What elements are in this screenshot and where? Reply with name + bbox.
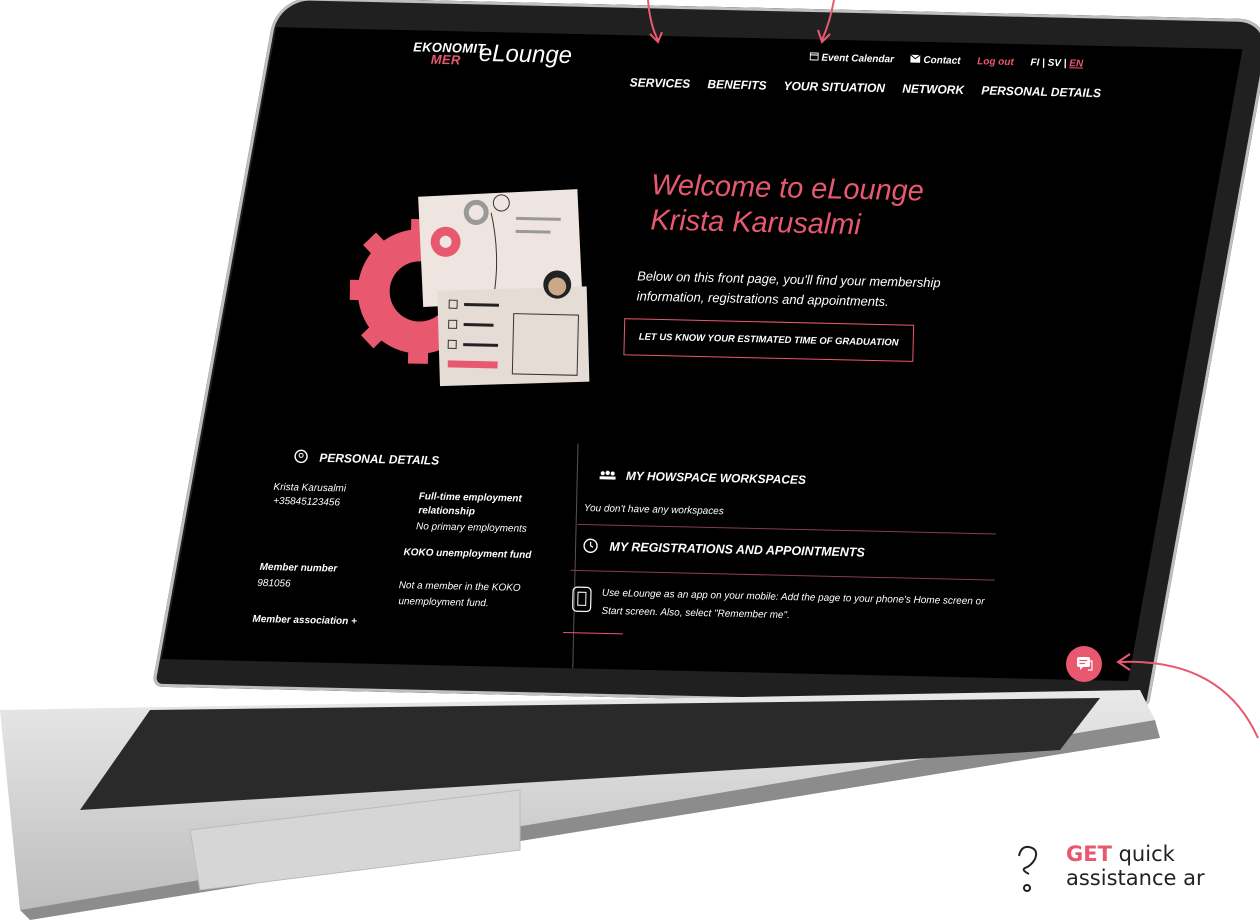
pd-koko-label: KOKO unemployment fund (403, 546, 533, 563)
pd-member-number-label: Member number (259, 561, 337, 577)
lang-fi[interactable]: FI (1030, 57, 1039, 68)
lang-sep: | (1042, 58, 1045, 69)
laptop-screen: EKONOMIT MER eLounge Event Calendar Cont… (162, 27, 1243, 681)
nav-network[interactable]: NETWORK (902, 82, 964, 97)
welcome-user-name: Krista Karusalmi (650, 203, 923, 244)
howspace-empty: You don't have any workspaces (584, 502, 724, 519)
welcome-heading: Welcome to eLounge Krista Karusalmi (650, 168, 924, 244)
section-divider (578, 524, 996, 535)
promo-text: GET quick assistance ar (1066, 842, 1205, 890)
intro-text: Below on this front page, you'll find yo… (636, 266, 996, 314)
nav-benefits[interactable]: BENEFITS (707, 77, 766, 92)
lang-sep: | (1064, 58, 1067, 69)
pd-phone: +35845123456 (273, 495, 340, 511)
group-icon (599, 470, 617, 480)
logout-link[interactable]: Log out (977, 56, 1014, 68)
promo-get: GET (1066, 842, 1112, 866)
pd-member-association-label: Member association + (252, 613, 357, 629)
pd-member-number-value: 981056 (257, 577, 291, 592)
event-calendar-label: Event Calendar (821, 53, 894, 66)
section-divider (571, 570, 995, 581)
nav-personal-details[interactable]: PERSONAL DETAILS (981, 83, 1101, 100)
chat-icon (1066, 646, 1102, 682)
hero-illustration (348, 169, 622, 396)
graduation-time-button[interactable]: LET US KNOW YOUR ESTIMATED TIME OF GRADU… (623, 318, 913, 362)
chat-button[interactable] (1066, 646, 1102, 682)
calendar-icon (810, 51, 819, 60)
language-switcher: FI | SV | EN (1030, 57, 1083, 69)
promo-line-1: quick (1112, 842, 1175, 866)
arrow-to-services (640, 0, 670, 48)
contact-label: Contact (923, 55, 960, 67)
phone-icon (572, 586, 593, 613)
clock-icon (583, 538, 598, 553)
registrations-title-row: MY REGISTRATIONS AND APPOINTMENTS (583, 538, 865, 559)
howspace-title: MY HOWSPACE WORKSPACES (626, 469, 806, 487)
ekonomit-logo[interactable]: EKONOMIT MER (413, 41, 486, 67)
registrations-app-tip: Use eLounge as an app on your mobile: Ad… (601, 585, 990, 630)
pd-koko-value: Not a member in the KOKO unemployment fu… (398, 578, 528, 613)
laptop-base (0, 680, 1230, 920)
personal-details-title-row: PERSONAL DETAILS (294, 449, 439, 467)
envelope-icon (911, 55, 921, 63)
registrations-title: MY REGISTRATIONS AND APPOINTMENTS (609, 540, 865, 560)
howspace-title-row: MY HOWSPACE WORKSPACES (599, 468, 807, 487)
lang-en[interactable]: EN (1069, 58, 1083, 69)
column-divider (572, 444, 579, 681)
pd-employment-label: Full-time employment relationship (418, 490, 548, 521)
question-icon (1013, 844, 1043, 901)
contact-link[interactable]: Contact (911, 55, 961, 67)
lang-sv[interactable]: SV (1048, 58, 1062, 69)
main-nav: SERVICES BENEFITS YOUR SITUATION NETWORK… (630, 75, 1116, 100)
app-name: eLounge (479, 40, 573, 70)
nav-services[interactable]: SERVICES (630, 75, 691, 90)
arrow-to-chat (1112, 648, 1260, 740)
pd-employment-value: No primary employments (416, 520, 527, 537)
promo-line-2: assistance ar (1066, 866, 1205, 890)
person-circle-icon (294, 449, 308, 463)
nav-your-situation[interactable]: YOUR SITUATION (783, 79, 885, 95)
top-nav: Event Calendar Contact Log out FI | SV |… (810, 51, 1084, 69)
personal-details-title: PERSONAL DETAILS (319, 451, 439, 468)
arrow-to-event-calendar (810, 0, 840, 48)
event-calendar-link[interactable]: Event Calendar (810, 52, 895, 65)
